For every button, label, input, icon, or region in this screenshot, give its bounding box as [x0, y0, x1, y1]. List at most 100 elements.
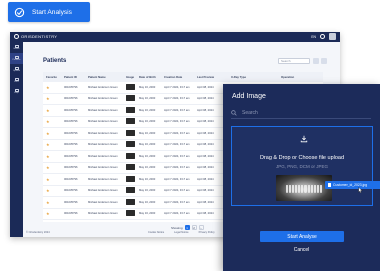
favorite-star-icon[interactable]: ★ — [43, 165, 61, 170]
gear-icon[interactable] — [320, 34, 325, 39]
patient-id: 001035796 — [64, 108, 78, 112]
language-selector[interactable]: EN — [311, 35, 316, 39]
image-thumbnail — [123, 210, 136, 217]
sidebar-item-label: Upload — [13, 70, 20, 73]
modal-search-placeholder: Search — [242, 110, 258, 116]
privacy-policy-link[interactable]: Privacy Policy — [199, 231, 215, 234]
favorite-star-icon[interactable]: ★ — [43, 96, 61, 101]
date-of-birth: May 16, 2000 — [139, 97, 156, 101]
date-of-birth: May 16, 2000 — [139, 166, 156, 170]
image-thumbnail — [123, 106, 136, 114]
creation-date: April 7 2024, 9:17 am — [164, 143, 190, 147]
patient-name: Michael Anderson Green — [88, 189, 118, 193]
column-header[interactable]: Image — [123, 75, 136, 79]
dragged-file-chip[interactable]: Customer_id_2023.jpg — [325, 181, 380, 189]
sidebar-item-upload[interactable]: Upload — [10, 64, 23, 75]
sidebar-item-home[interactable]: Home — [10, 42, 23, 53]
drop-zone-file-types: JPG, PNG, DCM or JPEG — [275, 164, 328, 169]
modal-search-input[interactable]: Search — [231, 108, 371, 119]
analysis-icon — [14, 7, 25, 17]
copyright-text: © Orisdentistry 2024 — [26, 231, 50, 234]
creation-date: April 7 2024, 9:17 am — [164, 200, 190, 204]
modal-title: Add Image — [232, 93, 266, 100]
sidebar-item-label: Help — [14, 92, 19, 95]
patient-id: 001035796 — [64, 154, 78, 158]
column-header[interactable]: Operation — [278, 75, 323, 79]
patient-name: Michael Anderson Green — [88, 97, 118, 101]
grid-view-button[interactable] — [321, 58, 327, 64]
app-logo: ORISDENTISTRY — [14, 34, 57, 39]
list-view-button[interactable] — [313, 58, 319, 64]
cancel-button[interactable]: Cancel — [223, 247, 380, 253]
favorite-star-icon[interactable]: ★ — [43, 119, 61, 124]
cookie-notice-link[interactable]: Cookie Notice — [148, 231, 164, 234]
favorite-star-icon[interactable]: ★ — [43, 85, 61, 90]
column-header[interactable]: Patient Name — [85, 75, 123, 79]
xray-thumbnail — [126, 198, 135, 205]
sidebar-item-files[interactable]: Files — [10, 75, 23, 86]
avatar[interactable] — [329, 33, 336, 40]
date-of-birth: May 16, 2000 — [139, 131, 156, 135]
favorite-star-icon[interactable]: ★ — [43, 131, 61, 136]
image-thumbnail — [123, 187, 136, 194]
patient-id: 001035796 — [64, 200, 78, 204]
xray-thumbnail — [126, 106, 135, 113]
creation-date: April 7 2024, 9:17 am — [164, 177, 190, 181]
favorite-star-icon[interactable]: ★ — [43, 200, 61, 205]
xray-thumbnail — [126, 187, 135, 194]
file-drop-zone[interactable]: Drag & Drop or Choose file upload JPG, P… — [231, 126, 380, 206]
date-of-birth: May 16, 2000 — [139, 108, 156, 112]
favorite-star-icon[interactable]: ★ — [43, 211, 61, 216]
start-analyse-button[interactable]: Start Analyse — [260, 231, 344, 242]
patient-id: 001035796 — [64, 131, 78, 135]
search-input[interactable]: Search — [278, 58, 310, 64]
column-header[interactable]: X-Ray Type — [228, 75, 278, 79]
xray-thumbnail — [126, 152, 135, 159]
xray-thumbnail — [126, 95, 135, 102]
xray-thumbnail — [126, 83, 135, 90]
download-icon — [300, 135, 308, 143]
date-of-birth: May 16, 2000 — [139, 212, 156, 216]
image-thumbnail — [123, 164, 136, 171]
sidebar-item-help[interactable]: Help — [10, 86, 23, 97]
sidebar-item-patients[interactable]: Patients — [10, 53, 23, 64]
teeth-shape — [286, 185, 322, 193]
favorite-star-icon[interactable]: ★ — [43, 154, 61, 159]
creation-date: April 7 2024, 9:17 am — [164, 108, 190, 112]
creation-date: April 7 2024, 9:17 am — [164, 131, 190, 135]
pointer-cursor-icon — [358, 187, 363, 193]
patient-name: Michael Anderson Green — [88, 154, 118, 158]
date-of-birth: May 16, 2000 — [139, 189, 156, 193]
favorite-star-icon[interactable]: ★ — [43, 142, 61, 147]
dental-xray-preview — [276, 175, 332, 201]
patient-name: Michael Anderson Green — [88, 212, 118, 216]
creation-date: April 7 2024, 9:17 am — [164, 120, 190, 124]
logo-icon — [14, 34, 19, 39]
xray-thumbnail — [126, 175, 135, 182]
drop-zone-title: Drag & Drop or Choose file upload — [259, 155, 345, 161]
patient-name: Michael Anderson Green — [88, 143, 118, 147]
column-header[interactable]: Creation Date — [161, 75, 194, 79]
sidebar-item-label: Home — [13, 48, 20, 51]
favorite-star-icon[interactable]: ★ — [43, 188, 61, 193]
column-header[interactable]: Favorite — [43, 75, 61, 79]
page-title: Patients — [43, 58, 67, 64]
xray-thumbnail — [126, 164, 135, 171]
start-analysis-cta-button[interactable]: Start Analysis — [8, 2, 90, 22]
app-header: ORISDENTISTRY EN — [10, 32, 340, 42]
image-thumbnail — [123, 152, 136, 160]
sidebar-item-label: Patients — [12, 59, 21, 62]
legal-notice-link[interactable]: Legal Notice — [174, 231, 188, 234]
column-header[interactable]: Patient ID — [61, 75, 85, 79]
creation-date: April 7 2024, 9:17 am — [164, 154, 190, 158]
xray-thumbnail — [126, 210, 135, 217]
favorite-star-icon[interactable]: ★ — [43, 177, 61, 182]
logo-text: ORISDENTISTRY — [21, 34, 58, 39]
favorite-star-icon[interactable]: ★ — [43, 108, 61, 113]
date-of-birth: May 16, 2000 — [139, 120, 156, 124]
column-header[interactable]: Date of Birth — [136, 75, 161, 79]
image-thumbnail — [123, 118, 136, 125]
add-image-modal: Add Image Search Drag & Drop or Choose f… — [223, 84, 380, 271]
patient-id: 001035796 — [64, 189, 78, 193]
column-header[interactable]: Last Preview — [194, 75, 228, 79]
